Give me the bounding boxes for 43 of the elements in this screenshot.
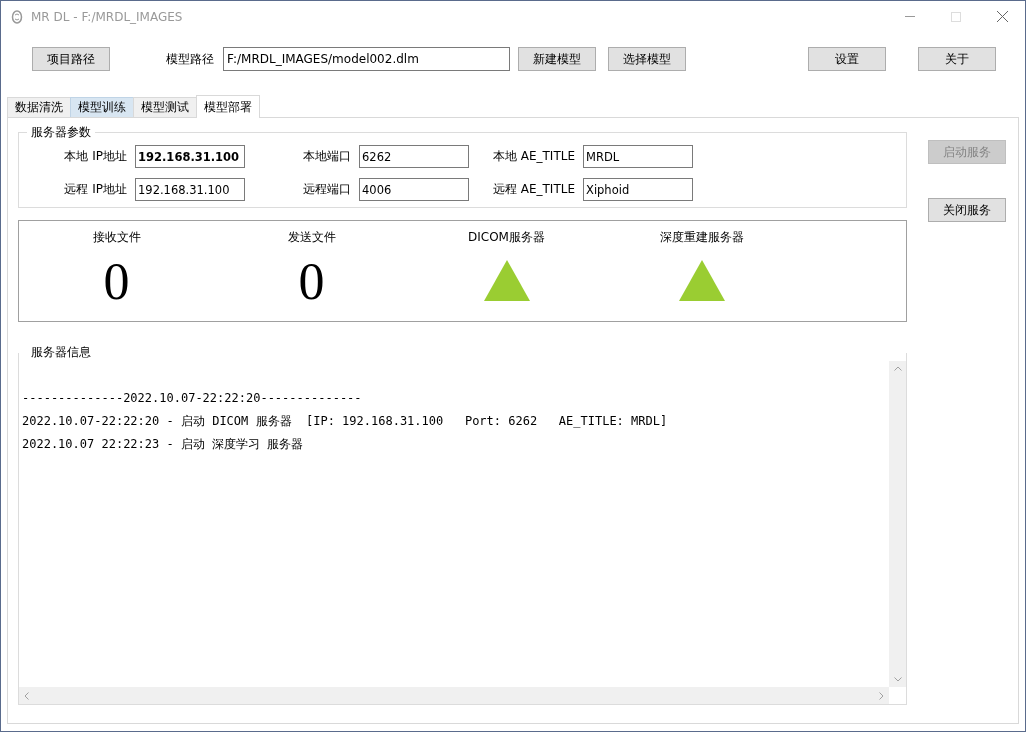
project-path-button[interactable]: 项目路径	[32, 47, 110, 71]
input-field[interactable]: Xiphoid	[583, 178, 693, 201]
app-icon	[11, 9, 23, 24]
field-label: 远程 AE_TITLE	[491, 181, 576, 198]
tab[interactable]: 数据清洗	[7, 97, 71, 117]
model-path-field[interactable]: F:/MRDL_IMAGES/model002.dlm	[223, 47, 510, 71]
field-label: 远程 IP地址	[63, 181, 128, 198]
file-count: 0	[298, 256, 325, 308]
input-field[interactable]: 192.168.31.100	[135, 145, 245, 168]
settings-button[interactable]: 设置	[808, 47, 886, 71]
select-model-button[interactable]: 选择模型	[608, 47, 686, 71]
model-path-label: 模型路径	[166, 50, 214, 68]
scroll-up-icon[interactable]	[893, 365, 902, 371]
field-label: 本地 IP地址	[63, 148, 128, 165]
tab[interactable]: 模型训练	[70, 97, 134, 117]
indicator-label: 发送文件	[287, 229, 336, 246]
scroll-down-icon[interactable]	[893, 677, 902, 683]
group-title: 服务器参数	[30, 124, 92, 141]
group-title: 服务器信息	[30, 344, 92, 361]
indicator-label: 接收文件	[92, 229, 141, 246]
maximize-icon[interactable]	[951, 11, 961, 22]
file-count: 0	[103, 256, 130, 308]
close-icon[interactable]	[996, 11, 1008, 22]
vertical-scrollbar[interactable]	[889, 361, 906, 687]
input-field[interactable]: 6262	[359, 145, 469, 168]
indicator-label: 深度重建服务器	[659, 229, 744, 246]
field-label: 本地端口	[302, 148, 352, 165]
tab[interactable]: 模型部署	[196, 95, 260, 118]
new-model-button[interactable]: 新建模型	[518, 47, 596, 71]
input-field[interactable]: 192.168.31.100	[135, 178, 245, 201]
about-button[interactable]: 关于	[918, 47, 996, 71]
input-field[interactable]: 4006	[359, 178, 469, 201]
horizontal-scrollbar[interactable]	[19, 687, 889, 704]
field-label: 本地 AE_TITLE	[491, 148, 576, 165]
service-button[interactable]: 关闭服务	[928, 198, 1006, 222]
log-text: --------------2022.10.07-22:22:20-------------- 2022.10.07-22:22:20 - 启动 DICOM 服务器 [IP: 192.168.31.100 Port: 6262 AE_TITLE: MRDL] 2022.10.07 22:22:23 - 启动 深度学习 服务器	[21, 390, 669, 453]
scroll-left-icon[interactable]	[23, 691, 29, 700]
field-label: 远程端口	[302, 181, 352, 198]
scroll-right-icon[interactable]	[879, 691, 885, 700]
window-title: MR DL - F:/MRDL_IMAGES	[31, 9, 183, 24]
input-field[interactable]: MRDL	[583, 145, 693, 168]
indicator-label: DICOM服务器	[468, 229, 545, 246]
tab[interactable]: 模型测试	[133, 97, 197, 117]
